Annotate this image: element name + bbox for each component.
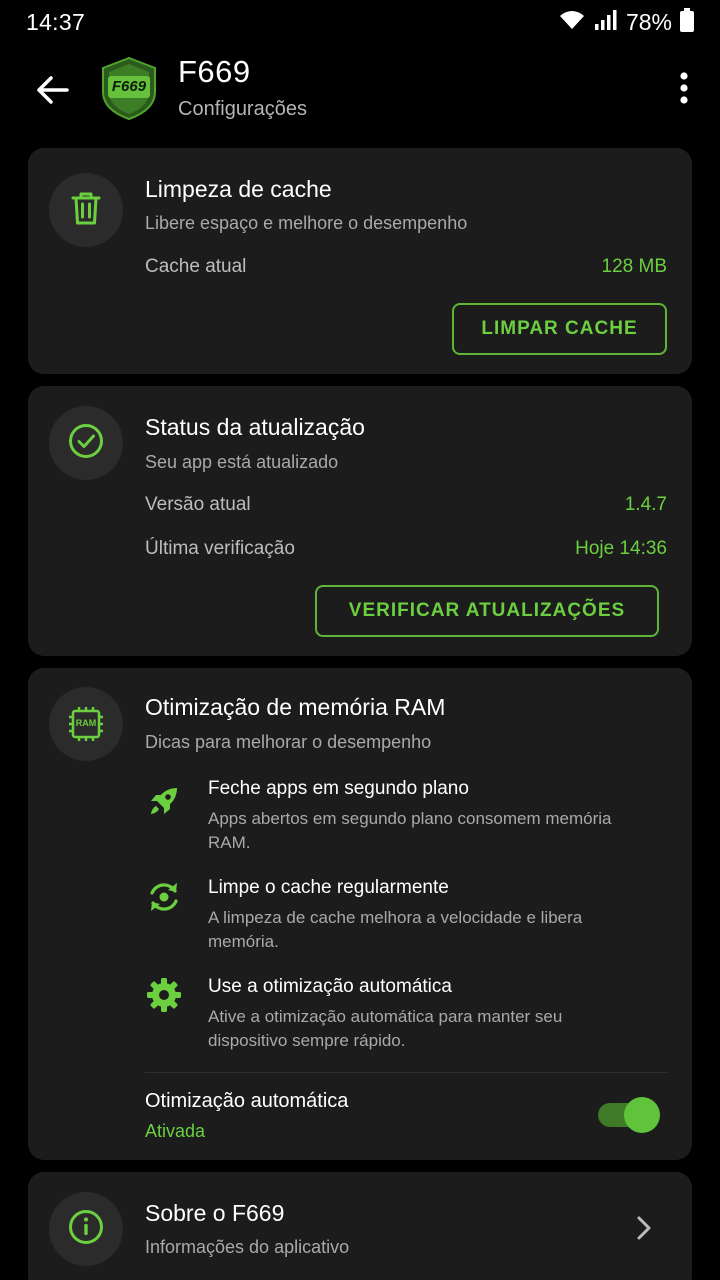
check-updates-button[interactable]: VERIFICAR ATUALIZAÇÕES (315, 585, 659, 637)
tip-desc-clear-cache: A limpeza de cache melhora a velocidade … (208, 908, 583, 951)
status-icons: 78% (558, 7, 694, 37)
info-icon (68, 1209, 104, 1250)
tip-desc-close-apps: Apps abertos em segundo plano consomem m… (208, 809, 612, 852)
signal-icon (594, 9, 618, 36)
cache-title: Limpeza de cache (145, 176, 332, 202)
cache-card: Limpeza de cache Libere espaço e melhore… (28, 148, 692, 374)
ram-chip-text: RAM (75, 718, 97, 728)
battery-icon (680, 7, 694, 37)
arrow-left-icon (35, 75, 69, 110)
battery-percent: 78% (625, 8, 672, 35)
page-title: F669 (178, 54, 251, 89)
page-subtitle: Configurações (178, 98, 307, 120)
ram-icon-circle: RAM (49, 687, 123, 761)
app-logo: F669 (100, 56, 158, 121)
tip-title-close-apps: Feche apps em segundo plano (208, 778, 469, 799)
last-check-label: Última verificação (145, 538, 295, 559)
back-button[interactable] (28, 68, 76, 116)
rocket-icon (144, 781, 184, 821)
current-version-value: 1.4.7 (624, 494, 667, 515)
wifi-icon (558, 9, 586, 36)
ram-chip-icon: RAM (68, 706, 104, 742)
trash-icon (69, 190, 103, 231)
toggle-thumb (624, 1097, 660, 1133)
ram-card-divider (145, 1072, 668, 1073)
gear-icon (144, 975, 184, 1015)
about-subtitle: Informações do aplicativo (145, 1237, 350, 1257)
more-vert-icon (680, 71, 688, 109)
last-check-value: Hoje 14:36 (575, 538, 667, 559)
check-circle-icon (68, 423, 104, 464)
auto-optimization-toggle[interactable] (598, 1097, 660, 1133)
cache-size-value: 128 MB (601, 256, 667, 277)
current-version-label: Versão atual (145, 494, 251, 515)
update-title: Status da atualização (145, 414, 365, 440)
app-bar: F669 F669 Configurações (0, 44, 720, 140)
overflow-menu-button[interactable] (668, 66, 700, 114)
cache-subtitle: Libere espaço e melhore o desempenho (145, 213, 468, 233)
about-title: Sobre o F669 (145, 1200, 285, 1226)
tip-desc-auto-optimization: Ative a otimização automática para mante… (208, 1007, 563, 1050)
update-subtitle: Seu app está atualizado (145, 452, 339, 472)
update-icon-circle (49, 406, 123, 480)
about-icon-circle (49, 1192, 123, 1266)
refresh-icon (144, 877, 184, 917)
update-card: Status da atualização Seu app está atual… (28, 386, 692, 656)
ram-subtitle: Dicas para melhorar o desempenho (145, 732, 432, 752)
auto-optimization-status: Ativada (145, 1121, 206, 1141)
ram-card: RAM Otimização de memória RAM Dicas para… (28, 668, 692, 1160)
status-time: 14:37 (26, 9, 86, 35)
logo-text: F669 (111, 78, 147, 95)
auto-optimization-label: Otimização automática (145, 1090, 349, 1112)
cache-size-label: Cache atual (145, 256, 247, 277)
ram-title: Otimização de memória RAM (145, 694, 446, 720)
status-bar: 14:37 78% (0, 0, 720, 44)
tip-title-auto-optimization: Use a otimização automática (208, 976, 452, 997)
about-card[interactable]: Sobre o F669 Informações do aplicativo (28, 1172, 692, 1280)
cache-icon-circle (49, 173, 123, 247)
chevron-right-icon (632, 1208, 656, 1248)
clear-cache-button[interactable]: LIMPAR CACHE (452, 303, 667, 355)
tip-title-clear-cache: Limpe o cache regularmente (208, 877, 449, 898)
